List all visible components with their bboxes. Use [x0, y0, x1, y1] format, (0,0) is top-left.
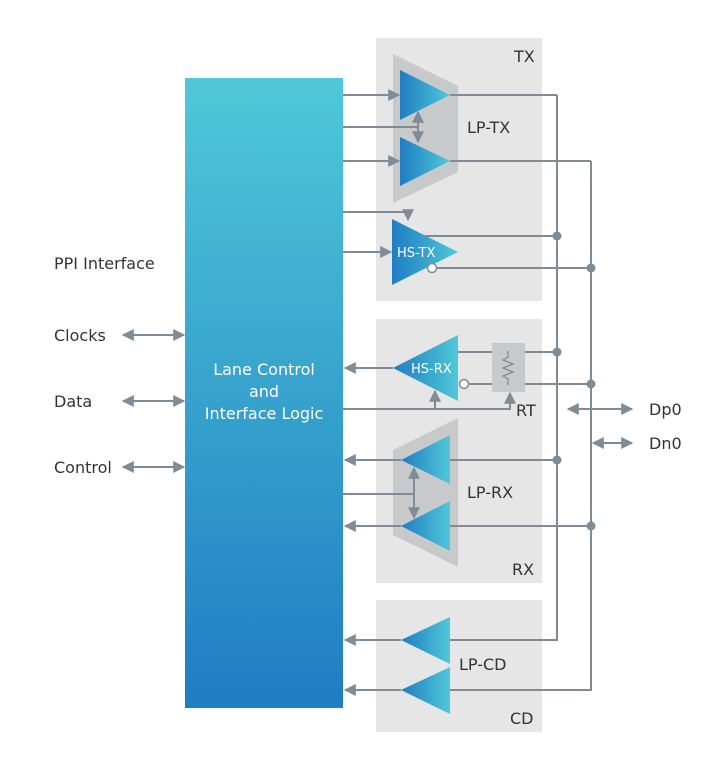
- junction-dot: [552, 455, 562, 465]
- clocks-label: Clocks: [54, 326, 106, 345]
- junction-dot: [552, 231, 562, 241]
- rx-label: RX: [512, 560, 534, 579]
- rt-label: RT: [516, 401, 536, 420]
- lp-rx-label: LP-RX: [467, 483, 513, 502]
- junction-dot: [586, 263, 596, 273]
- lp-tx-label: LP-TX: [467, 118, 510, 137]
- cd-label: CD: [510, 709, 534, 728]
- hs-rx-label: HS-RX: [411, 362, 452, 377]
- data-label: Data: [54, 392, 92, 411]
- dphy-lane-diagram: TX RX CD Lane Control and Interface Logi…: [54, 38, 682, 732]
- junction-dot: [552, 347, 562, 357]
- junction-dot: [586, 379, 596, 389]
- lp-cd-label: LP-CD: [459, 655, 506, 674]
- junction-dot: [586, 521, 596, 531]
- ppi-interface-label: PPI Interface: [54, 254, 155, 273]
- control-label: Control: [54, 458, 112, 477]
- core-line-1: Lane Control: [213, 360, 315, 379]
- hs-tx-label: HS-TX: [397, 246, 435, 261]
- tx-label: TX: [513, 47, 535, 66]
- core-line-3: Interface Logic: [205, 404, 324, 423]
- dp0-label: Dp0: [649, 400, 682, 419]
- inverter-bubble-icon: [426, 262, 438, 274]
- core-line-2: and: [249, 382, 279, 401]
- dn0-label: Dn0: [649, 434, 682, 453]
- inverter-bubble-icon: [458, 378, 470, 390]
